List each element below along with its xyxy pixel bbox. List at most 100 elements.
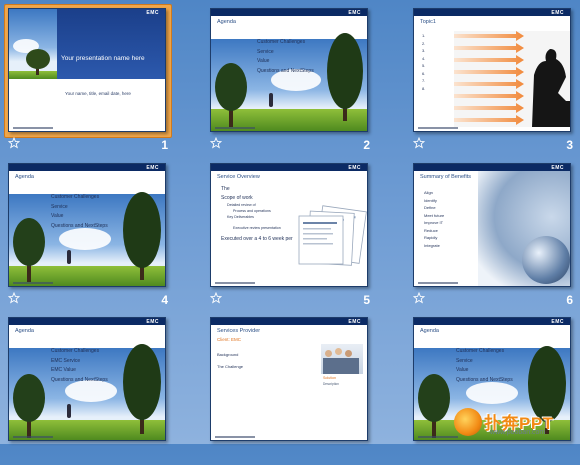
brand-logo: EMC xyxy=(348,165,361,171)
bullet: Value xyxy=(456,367,469,373)
slide-preview: EMC Summary of Benefits Align Identify D… xyxy=(413,163,571,287)
slide-preview: EMC Service Overview The Scope of work D… xyxy=(210,163,368,287)
sub-bullet: Detailed review of xyxy=(227,203,256,207)
slide-bullets: Customer Challenges EMC Service EMC Valu… xyxy=(51,348,108,386)
brand-logo: EMC xyxy=(551,10,564,16)
bullet: Scope of work xyxy=(221,195,253,201)
slide-preview: EMC Agenda Customer Challenges Service V… xyxy=(210,8,368,132)
bullet: Questions and NextSteps xyxy=(456,376,513,383)
star-icon[interactable] xyxy=(413,137,425,149)
watermark-logo-icon xyxy=(454,408,482,436)
slide-thumbnail-1[interactable]: EMC Your presentation name here Your nam… xyxy=(4,4,172,156)
brand-logo: EMC xyxy=(348,319,361,325)
slide-preview: EMC Services Provider Client: EMC Backgr… xyxy=(210,317,368,441)
slide-thumbnail-8[interactable]: EMC Services Provider Client: EMC Backgr… xyxy=(210,317,374,465)
slide-number: 3 xyxy=(566,138,573,152)
site-watermark: 扑奔PPT www.pooban.com xyxy=(454,406,574,440)
bullet: Customer Challenges xyxy=(51,348,100,354)
list-item: Meet future xyxy=(424,212,445,218)
star-icon[interactable] xyxy=(8,292,20,304)
bullet: Service xyxy=(51,203,68,210)
slide-preview: EMC Topic1 1. 2. 3. 4. 5. 6. 7. 8. xyxy=(413,8,571,132)
bullet: Questions and NextSteps xyxy=(51,222,108,229)
list-item: Reduce xyxy=(424,227,438,233)
photo-caption: Solution xyxy=(323,376,336,380)
slide-title: Agenda xyxy=(217,19,236,25)
star-icon[interactable] xyxy=(210,137,222,149)
list-item: 3. xyxy=(422,48,426,53)
slide-thumbnail-9[interactable]: EMC Agenda Customer Challenges Service V… xyxy=(413,317,577,465)
slide-preview: EMC Your presentation name here Your nam… xyxy=(8,8,166,132)
document-stack-graphic xyxy=(298,205,367,266)
section-label: The Challenge xyxy=(217,364,244,369)
bullet: Value xyxy=(51,213,64,219)
section-label: Background xyxy=(217,352,239,357)
slide-number: 6 xyxy=(566,293,573,307)
slide-thumbnail-7[interactable]: EMC Agenda Customer Challenges EMC Servi… xyxy=(8,317,172,465)
benefit-list: Align Identify Define Meet future Improv… xyxy=(424,190,444,250)
slide-bullets: Customer Challenges Service Value Questi… xyxy=(51,194,108,232)
slide-preview: EMC Agenda Customer Challenges Service V… xyxy=(8,163,166,287)
slide-preview: EMC Agenda Customer Challenges EMC Servi… xyxy=(8,317,166,441)
slide-thumbnail-6[interactable]: EMC Summary of Benefits Align Identify D… xyxy=(413,163,577,311)
slide-title: Agenda xyxy=(15,328,34,334)
star-icon[interactable] xyxy=(210,292,222,304)
bullet: Customer Challenges xyxy=(257,39,306,45)
team-photo xyxy=(321,344,363,374)
slide-bullets: Customer Challenges Service Value Questi… xyxy=(257,39,314,77)
bullet: Service xyxy=(257,48,274,55)
slide-title: Summary of Benefits xyxy=(420,174,472,180)
arrow-graphic xyxy=(454,31,570,127)
bullet: EMC Value xyxy=(51,367,76,373)
list-item: Identify xyxy=(424,197,437,203)
brand-logo: EMC xyxy=(146,319,159,325)
brand-logo: EMC xyxy=(348,10,361,16)
list-item: 1. xyxy=(422,33,426,38)
list-item: 6. xyxy=(422,70,426,76)
list-item: 7. xyxy=(422,78,426,83)
brand-logo: EMC xyxy=(146,165,159,171)
slide-title: Your presentation name here xyxy=(61,55,145,62)
slide-title: Agenda xyxy=(420,328,439,334)
slide-title: Services Provider xyxy=(217,328,261,334)
watermark-url: www.pooban.com xyxy=(490,429,546,436)
bullet: Service xyxy=(456,357,473,364)
slide-bullets: Customer Challenges Service Value Questi… xyxy=(456,348,513,386)
bullet: EMC Service xyxy=(51,357,81,364)
title-band xyxy=(57,9,165,79)
list-item: Align xyxy=(424,190,433,195)
slide-number: 1 xyxy=(161,138,168,152)
slide-title: Agenda xyxy=(15,174,34,180)
bullet: The xyxy=(221,186,230,192)
list-item: 4. xyxy=(422,55,426,61)
list-item: Improve IT xyxy=(424,220,444,225)
star-icon[interactable] xyxy=(8,137,20,149)
list-item: Integrate xyxy=(424,242,440,248)
list-item: 5. xyxy=(422,63,426,68)
slide-number: 4 xyxy=(161,293,168,307)
brand-logo: EMC xyxy=(146,10,159,16)
slide-thumbnail-4[interactable]: EMC Agenda Customer Challenges Service V… xyxy=(8,163,172,311)
bullet: Questions and NextSteps xyxy=(51,376,108,383)
bullet: Value xyxy=(257,58,270,64)
slide-number: 2 xyxy=(363,138,370,152)
sub-bullet: Process and operations xyxy=(233,209,271,213)
slide-title: Service Overview xyxy=(217,174,260,180)
slide-subtitle: Your name, title, email date, here xyxy=(65,91,131,96)
slide-subtitle: Client: EMC xyxy=(217,337,242,342)
bullet: Customer Challenges xyxy=(51,194,100,200)
topic-list: 1. 2. 3. 4. 5. 6. 7. 8. xyxy=(422,33,425,93)
bullet: Executed over a 4 to 6 week per xyxy=(221,236,293,242)
brand-logo: EMC xyxy=(551,319,564,325)
slide-thumbnail-3[interactable]: EMC Topic1 1. 2. 3. 4. 5. 6. 7. 8. 3 xyxy=(413,8,577,156)
list-item: 2. xyxy=(422,40,426,46)
star-icon[interactable] xyxy=(413,292,425,304)
slide-number: 5 xyxy=(363,293,370,307)
list-item: Rapidly xyxy=(424,235,438,240)
slide-thumbnail-5[interactable]: EMC Service Overview The Scope of work D… xyxy=(210,163,374,311)
list-item: Define xyxy=(424,205,436,210)
photo-caption: Description xyxy=(323,382,339,386)
slide-title: Topic1 xyxy=(420,19,436,25)
slide-thumbnail-2[interactable]: EMC Agenda Customer Challenges Service V… xyxy=(210,8,374,156)
list-item: 8. xyxy=(422,85,426,91)
